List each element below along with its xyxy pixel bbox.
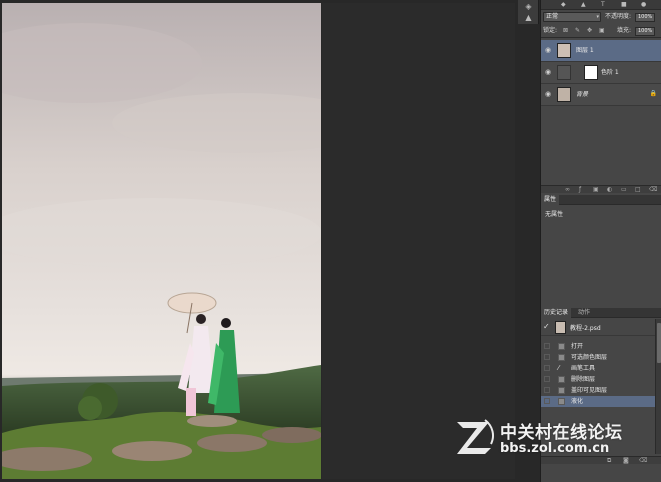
zol-logo-icon xyxy=(457,419,494,454)
workspace-background xyxy=(322,3,515,479)
brush-icon: ⁄ xyxy=(558,364,560,372)
checkbox[interactable] xyxy=(544,365,550,371)
panel-tab-icon[interactable]: ▲ xyxy=(581,1,586,8)
eye-icon[interactable]: ◉ xyxy=(544,90,552,98)
history-step-name: 盖印可见图层 xyxy=(571,387,608,394)
levels-adjustment-icon xyxy=(557,65,571,80)
blend-mode-select[interactable]: 正常 ▾ xyxy=(543,12,601,22)
history-step[interactable]: 液化 xyxy=(541,396,655,407)
adjustment-icon[interactable]: ◐ xyxy=(607,186,612,194)
layer-mask-thumbnail xyxy=(584,65,598,80)
panel-tab-icon[interactable]: ◆ xyxy=(561,1,566,8)
fill-label: 填充: xyxy=(617,27,632,34)
document-icon xyxy=(558,376,565,383)
folder-icon[interactable]: ▭ xyxy=(621,186,627,194)
layer-row[interactable]: ◉ 背景 🔒 xyxy=(541,84,661,106)
layer-thumbnail xyxy=(557,87,571,102)
layer-name: 图层 1 xyxy=(576,47,594,54)
properties-tabbar: 属性 xyxy=(541,195,661,205)
brush-source-icon[interactable]: ✓ xyxy=(543,322,550,331)
collapsed-panel-icons: ◈ ▲ xyxy=(518,0,539,24)
history-step-name: 可选颜色图层 xyxy=(571,354,608,361)
tab-history[interactable]: 历史记录 xyxy=(541,308,572,318)
fill-input[interactable]: 100% xyxy=(635,27,655,36)
panel-icon-a[interactable]: ◈ xyxy=(523,2,534,11)
image-canvas[interactable] xyxy=(2,3,321,479)
chevron-down-icon: ▾ xyxy=(596,14,599,20)
watermark: 中关村在线论坛 bbs.zol.com.cn xyxy=(455,416,645,460)
history-step-name: 液化 xyxy=(571,398,584,405)
opacity-input[interactable]: 100% xyxy=(635,13,655,22)
tab-actions[interactable]: 动作 xyxy=(575,308,593,318)
layer-row[interactable]: ◉ 图层 1 xyxy=(541,40,661,62)
checkbox[interactable] xyxy=(544,343,550,349)
document-icon xyxy=(558,387,565,394)
blend-row: 正常 ▾ 不透明度: 100% xyxy=(541,11,661,24)
checkbox[interactable] xyxy=(544,387,550,393)
checkbox[interactable] xyxy=(544,354,550,360)
history-step-name: 删除图层 xyxy=(571,376,596,383)
lock-brush-icon[interactable]: ✎ xyxy=(575,27,580,35)
watermark-title: 中关村在线论坛 xyxy=(500,423,623,443)
lock-transparent-icon[interactable]: ⊠ xyxy=(563,27,568,35)
scrollbar-thumb[interactable] xyxy=(657,323,661,363)
histogram-icon[interactable]: ▲ xyxy=(523,13,534,22)
fx-icon[interactable]: ƒ xyxy=(579,186,581,194)
checkbox[interactable] xyxy=(544,376,550,382)
right-panel-column: ◆ ▲ T ■ ● 正常 ▾ 不透明度: 100% 锁定: ⊠ ✎ ✥ ▣ 填充… xyxy=(540,0,661,482)
layers-bottom-bar: ∞ ƒ ▣ ◐ ▭ □ ⌫ xyxy=(541,185,661,193)
properties-body: 无属性 xyxy=(541,206,661,302)
document-icon xyxy=(558,354,565,361)
layer-thumbnail xyxy=(557,43,571,58)
link-icon[interactable]: ∞ xyxy=(565,186,570,194)
lock-label: 锁定: xyxy=(543,27,558,34)
history-step[interactable]: 删除图层 xyxy=(541,374,655,385)
history-step-name: 打开 xyxy=(571,343,584,350)
lock-row: 锁定: ⊠ ✎ ✥ ▣ 填充: 100% xyxy=(541,25,661,38)
snapshot-name: 教程-2.psd xyxy=(570,325,601,332)
eye-icon[interactable]: ◉ xyxy=(544,46,552,54)
layers-panel-header: ◆ ▲ T ■ ● xyxy=(541,0,661,10)
layer-row[interactable]: ◉ 色阶 1 xyxy=(541,62,661,84)
opacity-value: 100% xyxy=(638,14,653,20)
panel-tab-icon[interactable]: ● xyxy=(641,1,646,8)
blend-mode-value: 正常 xyxy=(546,13,559,20)
opacity-label: 不透明度: xyxy=(605,13,632,20)
new-layer-icon[interactable]: □ xyxy=(635,186,641,194)
history-step[interactable]: ⁄ 画笔工具 xyxy=(541,363,655,374)
history-step[interactable]: 打开 xyxy=(541,341,655,352)
snapshot-thumbnail xyxy=(555,321,566,334)
lock-all-icon[interactable]: ▣ xyxy=(599,27,605,35)
lock-icon: 🔒 xyxy=(649,90,657,97)
history-snapshot[interactable]: ✓ 教程-2.psd xyxy=(541,319,655,336)
history-scrollbar[interactable] xyxy=(655,319,661,454)
mask-icon[interactable]: ▣ xyxy=(593,186,599,194)
document-icon xyxy=(558,343,565,350)
trash-icon[interactable]: ⌫ xyxy=(649,186,657,194)
photo-content xyxy=(2,3,321,479)
lock-move-icon[interactable]: ✥ xyxy=(587,27,592,35)
eye-icon[interactable]: ◉ xyxy=(544,68,552,76)
properties-content: 无属性 xyxy=(545,211,564,218)
tab-properties[interactable]: 属性 xyxy=(541,195,560,205)
fill-value: 100% xyxy=(638,28,653,34)
document-icon xyxy=(558,398,565,405)
layers-empty-area xyxy=(541,107,661,185)
history-step[interactable]: 盖印可见图层 xyxy=(541,385,655,396)
panel-tab-icon[interactable]: ■ xyxy=(621,1,627,8)
history-step[interactable]: 可选颜色图层 xyxy=(541,352,655,363)
panel-tab-icon[interactable]: T xyxy=(601,1,605,8)
layer-name: 背景 xyxy=(576,91,589,98)
checkbox[interactable] xyxy=(544,398,550,404)
history-tabbar: 历史记录 动作 xyxy=(541,308,661,318)
history-step-name: 画笔工具 xyxy=(571,365,596,372)
watermark-url: bbs.zol.com.cn xyxy=(500,441,610,456)
layer-name: 色阶 1 xyxy=(601,69,619,76)
